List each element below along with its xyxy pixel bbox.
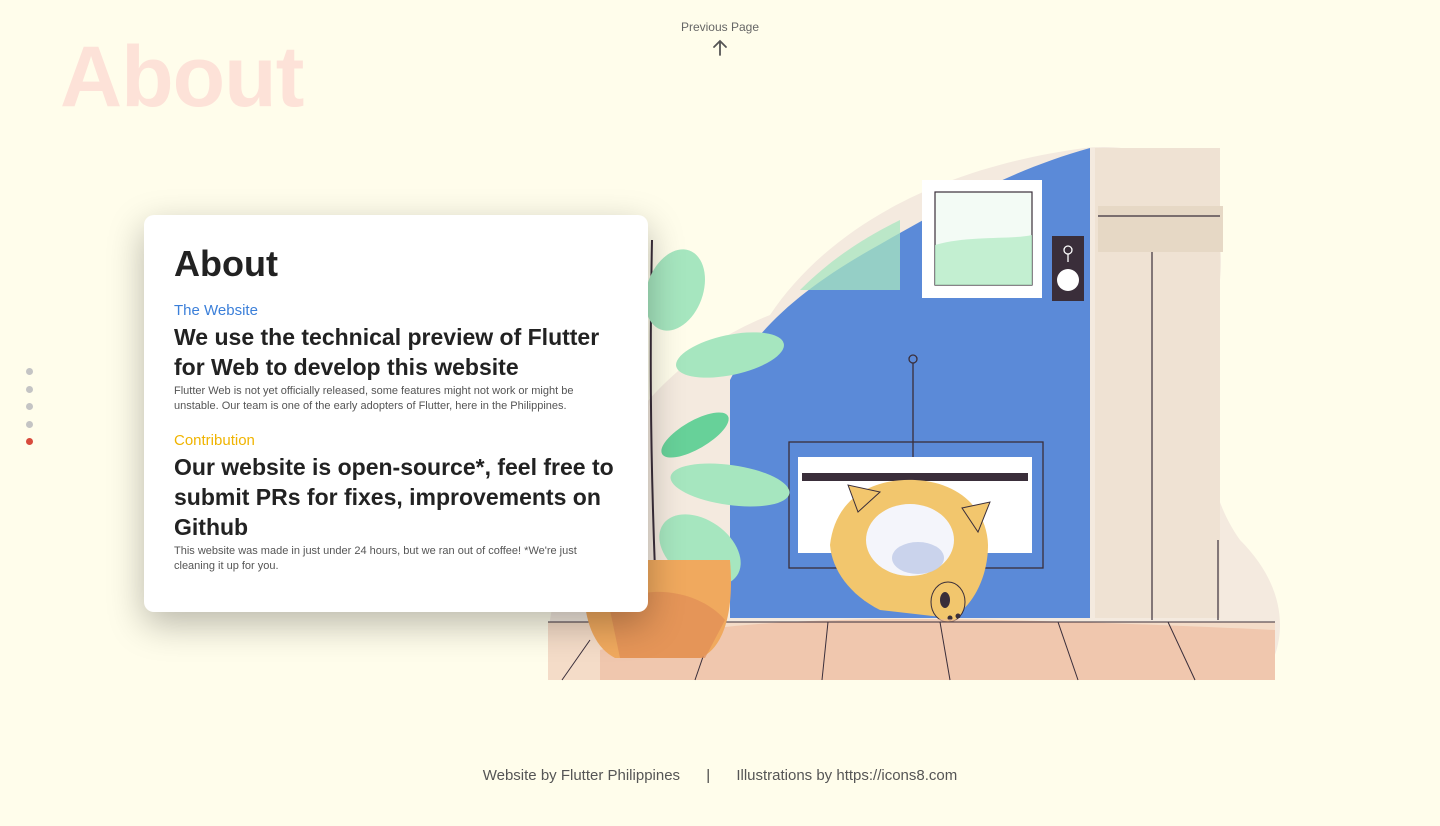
- page-dot-3[interactable]: [26, 403, 33, 410]
- section-body-contribution: This website was made in just under 24 h…: [174, 544, 577, 572]
- about-card: About The Website We use the technical p…: [144, 215, 648, 612]
- cat-at-door-illustration: [548, 147, 1280, 681]
- previous-page-label: Previous Page: [680, 20, 760, 34]
- page-dot-4[interactable]: [26, 420, 33, 428]
- card-title: About: [174, 243, 278, 284]
- section-label-contribution: Contribution: [174, 431, 255, 449]
- footer: Website by Flutter Philippines | Illustr…: [0, 766, 1440, 784]
- page-indicator: [26, 368, 36, 456]
- section-heading-contribution: Our website is open-source*, feel free t…: [174, 453, 614, 540]
- background-title: About: [60, 29, 304, 125]
- section-label-website: The Website: [174, 301, 258, 319]
- credit-icons8-link[interactable]: Illustrations by https://icons8.com: [736, 767, 957, 784]
- page-dot-2[interactable]: [26, 385, 33, 393]
- page-dot-1[interactable]: [26, 368, 33, 375]
- page-dot-5-active[interactable]: [26, 438, 33, 445]
- section-heading-website: We use the technical preview of Flutter …: [174, 323, 600, 380]
- previous-page-button[interactable]: Previous Page: [660, 20, 780, 58]
- credit-flutter-philippines-link[interactable]: Website by Flutter Philippines: [483, 767, 680, 784]
- arrow-up-icon: [713, 39, 727, 56]
- section-body-website: Flutter Web is not yet officially releas…: [174, 384, 574, 412]
- footer-separator: |: [706, 766, 711, 784]
